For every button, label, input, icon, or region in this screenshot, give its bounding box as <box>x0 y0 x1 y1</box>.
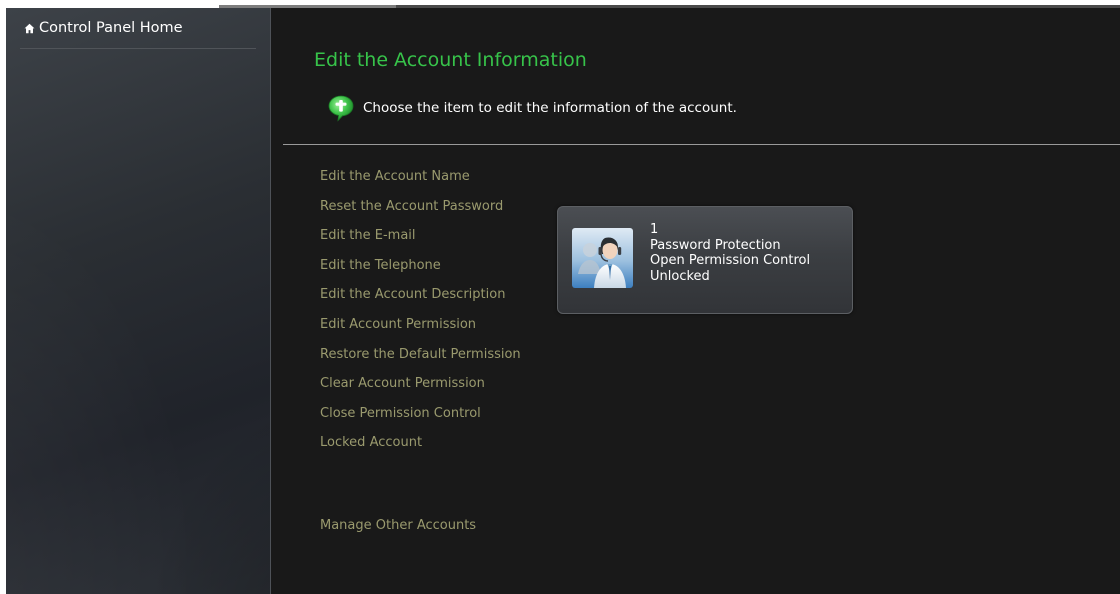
locked-account-link[interactable]: Locked Account <box>320 434 521 464</box>
header-divider <box>283 144 1120 145</box>
edit-account-permission-link[interactable]: Edit Account Permission <box>320 316 521 346</box>
home-icon <box>24 23 35 33</box>
instruction-row: Choose the item to edit the information … <box>327 94 737 122</box>
account-card: 1 Password Protection Open Permission Co… <box>557 206 853 314</box>
instruction-text: Choose the item to edit the information … <box>363 100 737 116</box>
user-avatar-icon <box>572 228 633 288</box>
account-details: 1 Password Protection Open Permission Co… <box>650 222 810 284</box>
sidebar-background-decoration <box>6 248 270 594</box>
account-name: 1 <box>650 222 659 237</box>
home-link-label: Control Panel Home <box>39 20 183 36</box>
reset-account-password-link[interactable]: Reset the Account Password <box>320 198 521 228</box>
edit-telephone-link[interactable]: Edit the Telephone <box>320 257 521 287</box>
account-status-password: Password Protection <box>650 237 781 253</box>
control-panel-home-link[interactable]: Control Panel Home <box>24 20 183 36</box>
page-title: Edit the Account Information <box>314 49 587 71</box>
sidebar: Control Panel Home <box>6 8 271 594</box>
edit-account-description-link[interactable]: Edit the Account Description <box>320 286 521 316</box>
close-permission-control-link[interactable]: Close Permission Control <box>320 405 521 435</box>
account-actions-list: Edit the Account Name Reset the Account … <box>320 168 521 464</box>
main-panel: Edit the Account Information Choose the … <box>271 8 1120 594</box>
restore-default-permission-link[interactable]: Restore the Default Permission <box>320 346 521 376</box>
account-status-permission: Open Permission Control <box>650 253 811 268</box>
clear-account-permission-link[interactable]: Clear Account Permission <box>320 375 521 405</box>
edit-email-link[interactable]: Edit the E-mail <box>320 227 521 257</box>
manage-other-accounts-link[interactable]: Manage Other Accounts <box>320 518 476 533</box>
edit-account-name-link[interactable]: Edit the Account Name <box>320 168 521 198</box>
sidebar-divider <box>20 48 256 49</box>
info-bubble-icon <box>328 95 354 122</box>
account-status-lock: Unlocked <box>650 268 710 284</box>
window-top-strip <box>6 0 1120 8</box>
